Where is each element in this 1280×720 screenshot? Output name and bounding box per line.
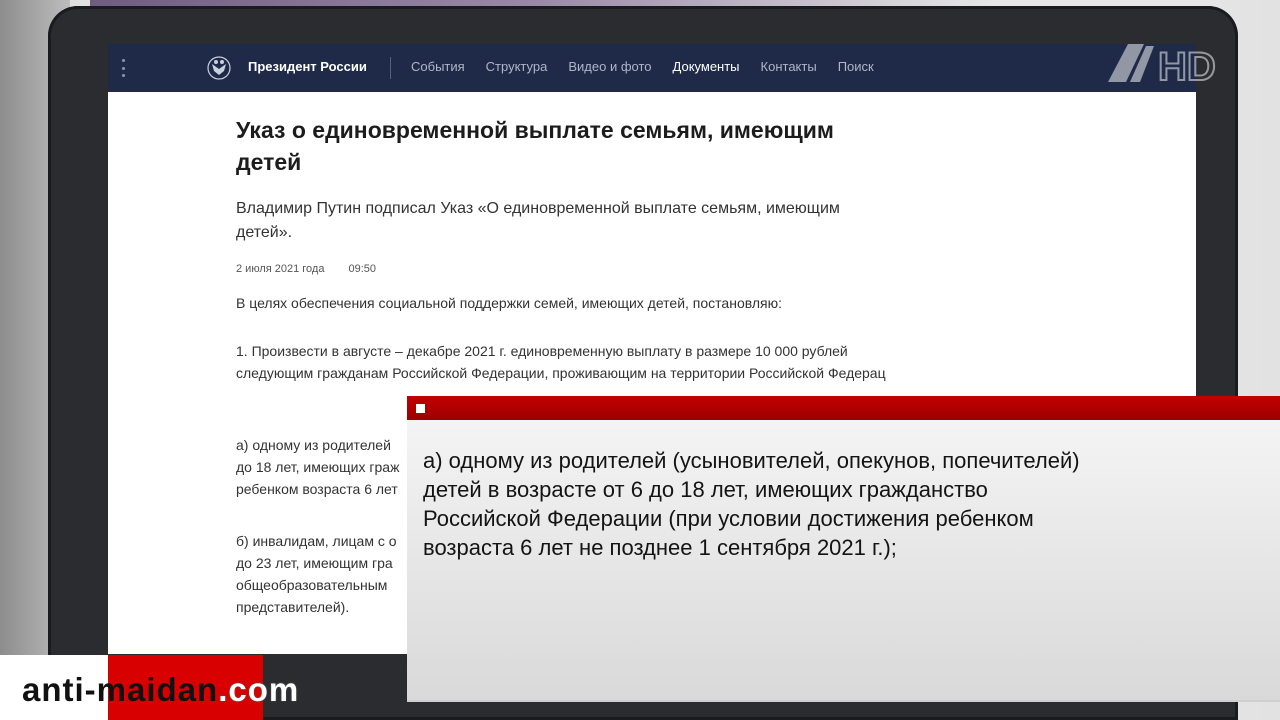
article-paragraph: В целях обеспечения социальной поддержки… bbox=[236, 295, 782, 311]
article-title: Указ о единовременной выплате семьям, им… bbox=[236, 117, 834, 175]
paragraph-line: общеобразовательным bbox=[236, 577, 388, 593]
nav-item-contacts[interactable]: Контакты bbox=[761, 59, 817, 74]
paragraph-line: а) одному из родителей bbox=[236, 437, 391, 453]
caption-text: а) одному из родителей (усыновителей, оп… bbox=[423, 448, 1080, 560]
paragraph-line: до 23 лет, имеющим гра bbox=[236, 555, 393, 571]
eagle-emblem-icon[interactable] bbox=[206, 55, 232, 81]
paragraph-line: ребенком возраста 6 лет bbox=[236, 481, 398, 497]
logo-text-part: anti- bbox=[22, 671, 97, 708]
nav-divider bbox=[390, 57, 391, 79]
paragraph-line: представителей). bbox=[236, 599, 350, 615]
site-navbar: Президент России События Структура Видео… bbox=[108, 44, 1196, 92]
article-meta: 2 июля 2021 года 09:50 bbox=[236, 263, 896, 275]
caption-panel: а) одному из родителей (усыновителей, оп… bbox=[407, 420, 1280, 702]
article-time: 09:50 bbox=[348, 263, 376, 275]
nav-item-events[interactable]: События bbox=[411, 59, 465, 74]
nav-item-documents[interactable]: Документы bbox=[673, 59, 740, 74]
article-paragraph: 1. Произвести в августе – декабре 2021 г… bbox=[236, 343, 886, 381]
square-marker-icon bbox=[416, 404, 425, 413]
logo-text-part: maidan bbox=[96, 671, 219, 708]
article-paragraph: а) одному из родителей до 18 лет, имеющи… bbox=[236, 434, 399, 500]
article-date: 2 июля 2021 года bbox=[236, 263, 325, 275]
caption-header-bar bbox=[407, 396, 1280, 420]
site-brand[interactable]: Президент России bbox=[248, 59, 367, 74]
logo-text: anti-maidan.com bbox=[22, 671, 299, 709]
article: Указ о единовременной выплате семьям, им… bbox=[236, 114, 896, 615]
nav-item-structure[interactable]: Структура bbox=[486, 59, 548, 74]
paragraph-line: б) инвалидам, лицам с о bbox=[236, 533, 397, 549]
article-paragraph: б) инвалидам, лицам с о до 23 лет, имеющ… bbox=[236, 530, 397, 618]
paragraph-line: до 18 лет, имеющих граж bbox=[236, 459, 400, 475]
nav-item-search[interactable]: Поиск bbox=[838, 59, 874, 74]
channel-one-hd-logo: HD bbox=[1108, 44, 1217, 88]
anti-maidan-logo: anti-maidan.com bbox=[0, 655, 360, 720]
article-lead: Владимир Путин подписал Указ «О единовре… bbox=[236, 200, 840, 241]
logo-text-part: .com bbox=[218, 671, 300, 708]
nav-item-video-photo[interactable]: Видео и фото bbox=[568, 59, 651, 74]
svg-text:HD: HD bbox=[1158, 45, 1216, 88]
menu-dots-icon[interactable] bbox=[122, 59, 126, 77]
nav-menu: События Структура Видео и фото Документы… bbox=[411, 59, 874, 74]
